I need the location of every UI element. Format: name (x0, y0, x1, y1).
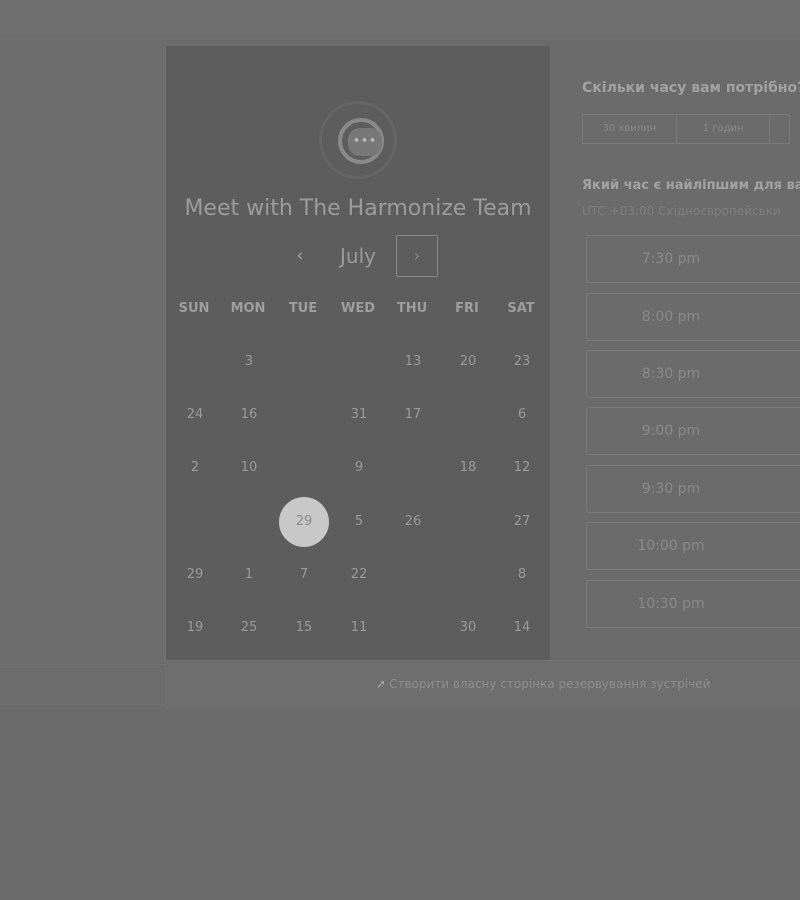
calendar-day[interactable]: 17 (388, 390, 438, 440)
create-booking-page-link[interactable]: ➚ Створити власну сторінка резервування з… (376, 677, 710, 691)
timezone-selector[interactable]: UTC +03:00 Східноєвропейськи (582, 204, 781, 218)
meeting-title: Meet with The Harmonize Team (184, 196, 532, 221)
calendar-day[interactable]: 18 (443, 443, 493, 493)
calendar-day[interactable]: 26 (388, 497, 438, 547)
chat-bubble-icon: ••• (338, 118, 384, 164)
calendar-day[interactable]: 23 (497, 337, 547, 387)
scheduling-panel: Скільки часу вам потрібно? 30 хвилин 1 г… (550, 46, 800, 660)
calendar-day[interactable]: 5 (334, 497, 384, 547)
month-label: July (340, 244, 376, 268)
time-slot[interactable]: 8:30 pm (586, 350, 800, 398)
calendar-day[interactable]: 27 (497, 497, 547, 547)
calendar-day[interactable]: 20 (443, 337, 493, 387)
weekday-tue: TUE (288, 301, 318, 316)
time-slot[interactable]: 10:30 pm (586, 580, 800, 628)
weekday-thu: THU (396, 301, 428, 316)
next-month-button[interactable]: › (396, 235, 438, 277)
calendar-day[interactable]: 9 (334, 443, 384, 493)
weekday-sat: SAT (507, 301, 535, 316)
footer-link-label: Створити власну сторінка резервування зу… (389, 677, 711, 691)
duration-option-1h[interactable]: 1 годин (677, 115, 771, 143)
calendar-day[interactable]: 29 (170, 550, 220, 600)
duration-selector: 30 хвилин 1 годин (582, 114, 790, 144)
calendar-day[interactable]: 30 (443, 603, 493, 653)
calendar-day[interactable]: 11 (334, 603, 384, 653)
weekday-sun: SUN (178, 301, 210, 316)
calendar-day[interactable]: 19 (170, 603, 220, 653)
calendar-day[interactable]: 3 (224, 337, 274, 387)
calendar-day[interactable]: 1 (224, 550, 274, 600)
calendar-day[interactable]: 14 (497, 603, 547, 653)
calendar-day[interactable]: 15 (279, 603, 329, 653)
time-slot[interactable]: 9:00 pm (586, 407, 800, 455)
duration-question: Скільки часу вам потрібно? (582, 80, 800, 96)
top-bar (0, 0, 800, 40)
time-slot[interactable]: 8:00 pm (586, 293, 800, 341)
calendar-day[interactable]: 16 (224, 390, 274, 440)
calendar-day[interactable]: 31 (334, 390, 384, 440)
calendar-day[interactable]: 22 (334, 550, 384, 600)
weekday-mon: MON (230, 301, 266, 316)
duration-option-more[interactable] (770, 115, 789, 143)
calendar-day[interactable]: 2 (170, 443, 220, 493)
calendar-day[interactable]: 8 (497, 550, 547, 600)
duration-option-30min[interactable]: 30 хвилин (583, 115, 677, 143)
calendar-day[interactable]: 13 (388, 337, 438, 387)
left-panel (0, 40, 166, 705)
calendar-day[interactable]: 12 (497, 443, 547, 493)
time-question: Який час є найліпшим для ва (582, 178, 800, 193)
weekday-fri: FRI (455, 301, 479, 316)
calendar-day[interactable]: 6 (497, 390, 547, 440)
calendar-day[interactable]: 7 (279, 550, 329, 600)
calendar-panel: ••• Meet with The Harmonize Team ‹ July … (166, 46, 550, 660)
divider (0, 664, 166, 665)
logo-dots: ••• (348, 128, 382, 156)
calendar-day[interactable]: 25 (224, 603, 274, 653)
calendar-day[interactable]: 24 (170, 390, 220, 440)
prev-month-button[interactable]: ‹ (286, 242, 314, 270)
time-slot[interactable]: 10:00 pm (586, 522, 800, 570)
external-link-icon: ➚ (376, 677, 387, 691)
calendar-day[interactable]: 10 (224, 443, 274, 493)
footer: ➚ Створити власну сторінка резервування з… (166, 660, 800, 710)
time-slot[interactable]: 9:30 pm (586, 465, 800, 513)
time-slot[interactable]: 7:30 pm (586, 235, 800, 283)
calendar-day-selected[interactable]: 29 (279, 497, 329, 547)
weekday-wed: WED (340, 301, 375, 316)
team-logo: ••• (319, 101, 397, 179)
